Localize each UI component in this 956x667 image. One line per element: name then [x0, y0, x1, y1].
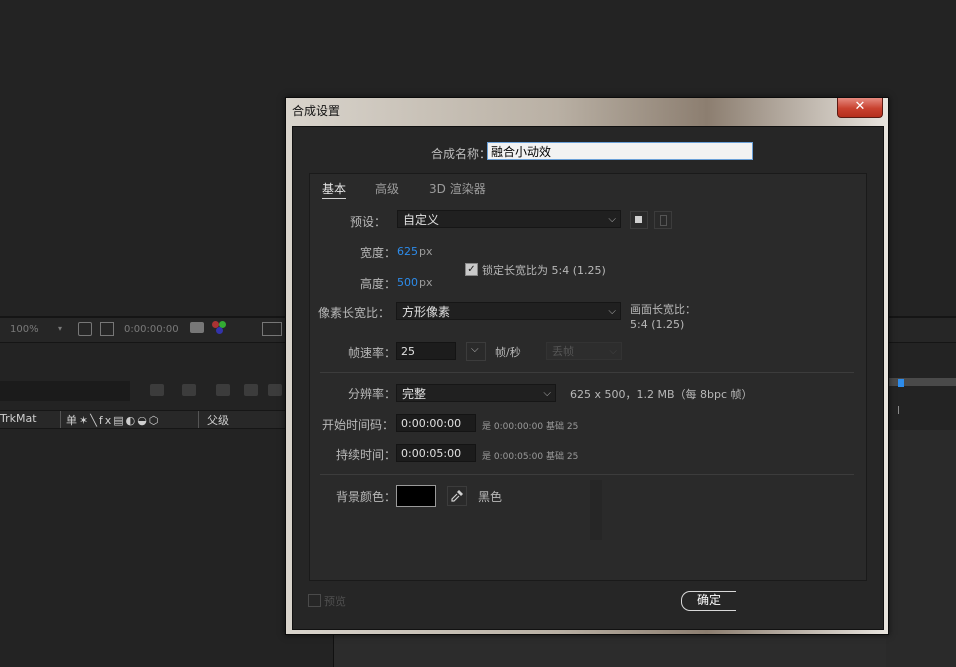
bg-color-name: 黑色 [478, 490, 503, 504]
view-options-icon[interactable] [262, 322, 282, 336]
height-label: 高度： [360, 277, 397, 291]
resolution-select[interactable]: 完整 ⌵ [396, 384, 556, 402]
chevron-down-icon: ⌵ [609, 346, 617, 357]
comp-name-input[interactable]: 融合小动效 [487, 142, 753, 160]
region-icon[interactable] [78, 322, 92, 336]
playhead-tick [898, 406, 899, 414]
start-timecode-input[interactable]: 0:00:00:00 [396, 414, 476, 432]
chevron-down-icon: ⌵ [608, 214, 616, 225]
frame-rate-menu[interactable]: ⌵ [466, 342, 486, 361]
drop-frame-value: 丢帧 [552, 345, 574, 358]
save-preset-icon[interactable] [630, 211, 648, 229]
width-unit: px [419, 245, 433, 258]
column-parent[interactable]: 父级 [207, 412, 229, 428]
timeline-bottom-area [334, 632, 886, 667]
column-trkmat[interactable]: TrkMat [0, 412, 37, 425]
pixel-aspect-label: 像素长宽比： [318, 306, 391, 320]
drop-frame-select: 丢帧 ⌵ [546, 342, 622, 360]
preset-label: 预设： [350, 215, 387, 229]
duration-input[interactable]: 0:00:05:00 [396, 444, 476, 462]
start-timecode-base: 基础 25 [546, 422, 579, 432]
dialog-title: 合成设置 [292, 104, 341, 118]
draft-3d-icon[interactable] [182, 384, 196, 396]
duration-label: 持续时间： [336, 448, 397, 462]
chevron-down-icon: ⌵ [471, 344, 479, 355]
zoom-level[interactable]: 100% [10, 324, 39, 335]
tab-advanced[interactable]: 高级 [375, 180, 399, 197]
height-unit: px [419, 276, 433, 289]
layer-column-header: TrkMat 单✶╲fx▤◐◒⬡ 父级 [0, 410, 286, 429]
start-timecode-label: 开始时间码： [322, 418, 395, 432]
dialog-shadow-edge [590, 480, 602, 540]
divider [320, 372, 854, 373]
timeline-track-area [886, 430, 956, 667]
shy-icon[interactable] [216, 384, 230, 396]
pixel-aspect-value: 方形像素 [402, 305, 451, 319]
chevron-down-icon[interactable]: ▾ [58, 324, 62, 333]
close-button[interactable]: ✕ [837, 98, 883, 118]
viewer-toolbar: 100% ▾ 0:00:00:00 [0, 318, 286, 343]
viewer-toolbar-right [882, 318, 956, 343]
delete-preset-icon[interactable] [654, 211, 672, 229]
eyedropper-icon[interactable] [447, 486, 467, 506]
preset-select[interactable]: 自定义 ⌵ [397, 210, 621, 228]
frame-aspect-label: 画面长宽比： [630, 303, 696, 316]
lock-aspect-label: 锁定长宽比为 5:4 (1.25) [482, 264, 606, 277]
transparency-grid-icon[interactable] [100, 322, 114, 336]
bg-color-swatch[interactable] [396, 485, 436, 507]
duration-base: 基础 25 [546, 452, 579, 462]
color-channels-icon[interactable] [212, 321, 228, 335]
viewer-timecode[interactable]: 0:00:00:00 [124, 324, 179, 335]
tab-3d-renderer[interactable]: 3D 渲染器 [429, 180, 486, 197]
dialog-content: 合成名称： 融合小动效 基本 高级 3D 渲染器 预设： 自定义 ⌵ 宽度： 6… [292, 126, 884, 630]
preview-label: 预览 [324, 595, 346, 608]
height-value[interactable]: 500 [397, 276, 418, 289]
start-timecode-info: 是 0:00:00:00 [482, 422, 544, 432]
time-ruler[interactable] [882, 378, 956, 386]
chevron-down-icon: ⌵ [608, 306, 616, 317]
settings-group: 基本 高级 3D 渲染器 预设： 自定义 ⌵ 宽度： 625 px 高度： 50… [309, 173, 867, 581]
camera-icon[interactable] [190, 322, 204, 333]
playhead-marker[interactable] [898, 379, 904, 387]
timeline-tools [146, 381, 282, 401]
resolution-value: 完整 [402, 387, 427, 401]
width-value[interactable]: 625 [397, 245, 418, 258]
frame-rate-input[interactable]: 25 [396, 342, 456, 360]
preset-value: 自定义 [403, 213, 440, 227]
frame-aspect-value: 5:4 (1.25) [630, 318, 685, 331]
tab-basic[interactable]: 基本 [322, 180, 347, 199]
duration-info: 是 0:00:05:00 [482, 452, 544, 462]
frame-rate-label: 帧速率： [348, 346, 397, 360]
pixel-aspect-select[interactable]: 方形像素 ⌵ [396, 302, 621, 320]
comp-flow-icon[interactable] [150, 384, 164, 396]
width-label: 宽度： [360, 246, 397, 260]
chevron-down-icon: ⌵ [543, 388, 551, 399]
divider [320, 474, 854, 475]
frame-blend-icon[interactable] [244, 384, 258, 396]
column-divider [198, 411, 199, 428]
lock-aspect-checkbox[interactable]: ✓ [465, 263, 478, 276]
preview-checkbox[interactable] [308, 594, 321, 607]
close-icon: ✕ [854, 99, 866, 114]
bg-color-label: 背景颜色： [336, 490, 397, 504]
column-switches[interactable]: 单✶╲fx▤◐◒⬡ [66, 412, 160, 428]
frame-rate-unit: 帧/秒 [495, 346, 521, 359]
motion-blur-icon[interactable] [268, 384, 282, 396]
composition-settings-dialog: 合成设置 ✕ 合成名称： 融合小动效 基本 高级 3D 渲染器 预设： 自定义 … [285, 97, 889, 635]
resolution-info: 625 x 500，1.2 MB（每 8bpc 帧） [570, 388, 753, 401]
ok-button[interactable]: 确定 [681, 591, 736, 611]
resolution-label: 分辨率： [348, 387, 397, 401]
column-divider [60, 411, 61, 428]
comp-name-label: 合成名称： [431, 147, 492, 161]
timeline-search-input[interactable] [0, 381, 130, 401]
